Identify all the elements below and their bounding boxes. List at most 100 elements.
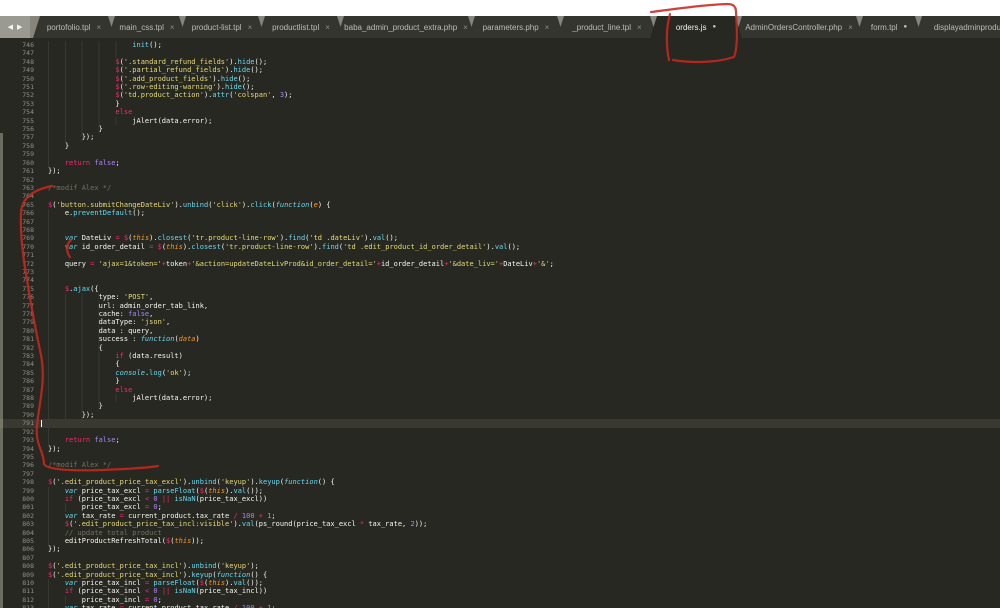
- line-number: 801: [0, 503, 40, 511]
- tab-form-tpl[interactable]: form.tpl●: [856, 16, 922, 38]
- close-icon[interactable]: ×: [545, 23, 550, 32]
- line-number: 776: [0, 293, 40, 301]
- line-number: 756: [0, 125, 40, 133]
- code-text: [40, 218, 1000, 226]
- code-line: 800if (price_tax_excl < 0 || isNaN(price…: [0, 495, 1000, 503]
- code-text: }: [40, 377, 1000, 385]
- code-text: if (price_tax_excl < 0 || isNaN(price_ta…: [40, 495, 1000, 503]
- line-number: 753: [0, 100, 40, 108]
- line-number: 810: [0, 579, 40, 587]
- tab-displayadminproducted[interactable]: displayadminproducted: [915, 16, 1000, 38]
- code-line: 813var tax_rate = current_product.tax_ra…: [0, 604, 1000, 608]
- line-number: 767: [0, 218, 40, 226]
- line-number: 747: [0, 49, 40, 57]
- close-icon[interactable]: ×: [637, 23, 642, 32]
- tab-parameters-php[interactable]: parameters.php ×: [468, 16, 564, 38]
- line-number: 788: [0, 394, 40, 402]
- code-line: 767: [0, 218, 1000, 226]
- line-number: 765: [0, 201, 40, 209]
- tab-scroll-right-icon[interactable]: ▶: [17, 23, 22, 31]
- code-text: $('.add_product_fields').hide();: [40, 75, 1000, 83]
- tab-main-css-tpl[interactable]: main_css.tpl×: [108, 16, 186, 38]
- code-text: /*modif Alex */: [40, 184, 1000, 192]
- line-number: 797: [0, 470, 40, 478]
- code-line: 795: [0, 453, 1000, 461]
- tab-label: orders.js: [676, 23, 707, 32]
- line-number: 775: [0, 285, 40, 293]
- code-text: if (price_tax_incl < 0 || isNaN(price_ta…: [40, 587, 1000, 595]
- code-line: 747: [0, 49, 1000, 57]
- code-text: jAlert(data.error);: [40, 394, 1000, 402]
- code-text: e.preventDefault();: [40, 209, 1000, 217]
- line-number: 764: [0, 192, 40, 200]
- code-text: });: [40, 545, 1000, 553]
- close-icon[interactable]: ×: [463, 23, 468, 32]
- line-number: 798: [0, 478, 40, 486]
- code-text: jAlert(data.error);: [40, 117, 1000, 125]
- line-number: 792: [0, 428, 40, 436]
- line-number: 771: [0, 251, 40, 259]
- tab-product-list-tpl[interactable]: product-list.tpl×: [179, 16, 265, 38]
- code-text: success : function(data): [40, 335, 1000, 343]
- line-number: 780: [0, 327, 40, 335]
- code-text: [40, 428, 1000, 436]
- line-number: 768: [0, 226, 40, 234]
- code-text: [40, 192, 1000, 200]
- tab-baba-admin-product-extra-php[interactable]: baba_admin_product_extra.php ×: [337, 16, 475, 38]
- line-number: 790: [0, 411, 40, 419]
- code-line: 758}: [0, 142, 1000, 150]
- code-line: 769var DateLiv = $(this).closest('tr.pro…: [0, 234, 1000, 242]
- code-text: // update total product: [40, 529, 1000, 537]
- tab-orders-js[interactable]: orders.js ●: [650, 16, 742, 38]
- code-editor[interactable]: 746init();747748$('.standard_refund_fiel…: [0, 38, 1000, 608]
- code-line: 806});: [0, 545, 1000, 553]
- code-text: }: [40, 125, 1000, 133]
- tab-adminorderscontroller-php[interactable]: AdminOrdersController.php×: [735, 16, 863, 38]
- code-line: 797: [0, 470, 1000, 478]
- code-text: dataType: 'json',: [40, 318, 1000, 326]
- tab--product-line-tpl[interactable]: _product_line.tpl×: [557, 16, 657, 38]
- line-number: 791: [0, 419, 40, 427]
- close-icon[interactable]: ×: [325, 23, 330, 32]
- code-line: 807: [0, 554, 1000, 562]
- code-line: 784{: [0, 360, 1000, 368]
- code-line: 756}: [0, 125, 1000, 133]
- code-line: 812price_tax_incl = 0;: [0, 596, 1000, 604]
- line-number: 796: [0, 461, 40, 469]
- line-number: 802: [0, 512, 40, 520]
- line-number: 777: [0, 302, 40, 310]
- line-number: 806: [0, 545, 40, 553]
- tab-label: portofolio.tpl: [47, 23, 91, 32]
- tab-label: parameters.php: [483, 23, 539, 32]
- line-number: 774: [0, 276, 40, 284]
- tab-label: productlist.tpl: [272, 23, 319, 32]
- line-number: 789: [0, 402, 40, 410]
- code-text: var id_order_detail = $(this).closest('t…: [40, 243, 1000, 251]
- code-line: 796/*modif Alex */: [0, 461, 1000, 469]
- line-number: 786: [0, 377, 40, 385]
- close-icon[interactable]: ×: [170, 23, 175, 32]
- code-text: [40, 49, 1000, 57]
- code-line: 779dataType: 'json',: [0, 318, 1000, 326]
- code-line: 805editProductRefreshTotal($(this));: [0, 537, 1000, 545]
- left-edge-artifact: [0, 133, 3, 608]
- code-line: 781success : function(data): [0, 335, 1000, 343]
- close-icon[interactable]: ×: [96, 23, 101, 32]
- code-text: $('td.product_action').attr('colspan', 3…: [40, 91, 1000, 99]
- tab-label: baba_admin_product_extra.php: [344, 23, 457, 32]
- close-icon[interactable]: ×: [248, 23, 253, 32]
- tab-scroll-left-icon[interactable]: ◀: [8, 23, 13, 31]
- code-text: type: 'POST',: [40, 293, 1000, 301]
- modified-dot-icon[interactable]: ●: [713, 24, 717, 30]
- line-number: 779: [0, 318, 40, 326]
- close-icon[interactable]: ×: [848, 23, 853, 32]
- line-number: 795: [0, 453, 40, 461]
- line-number: 763: [0, 184, 40, 192]
- code-line: 809$('.edit_product_price_tax_incl').key…: [0, 571, 1000, 579]
- tab-scroll-controls[interactable]: ◀ ▶: [0, 16, 30, 38]
- modified-dot-icon[interactable]: ●: [904, 24, 908, 30]
- tab-productlist-tpl[interactable]: productlist.tpl ×: [258, 16, 344, 38]
- code-line: 793return false;: [0, 436, 1000, 444]
- tab-portofolio-tpl[interactable]: portofolio.tpl ×: [33, 16, 115, 38]
- code-text: $('.partial_refund_fields').hide();: [40, 66, 1000, 74]
